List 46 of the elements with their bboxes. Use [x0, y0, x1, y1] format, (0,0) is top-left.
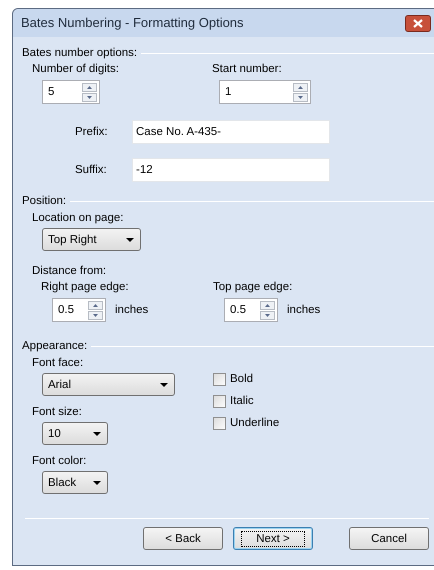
checkbox[interactable] — [213, 394, 226, 408]
field-label: Top page edge: — [213, 280, 294, 294]
field-label: Font color: — [32, 454, 88, 468]
close-button[interactable] — [405, 14, 431, 32]
field-label: Right page edge: — [41, 280, 130, 294]
text-field[interactable]: -12 — [132, 158, 330, 182]
checkbox[interactable] — [213, 372, 226, 386]
spinner-field[interactable]: 0.5 — [52, 298, 106, 322]
field-label: inches — [287, 303, 320, 317]
checkbox-label: Italic — [230, 394, 254, 408]
field-label: inches — [115, 303, 148, 317]
caret-icon — [126, 238, 134, 242]
field-label: Font face: — [32, 356, 84, 370]
field-label: Distance from: — [32, 265, 106, 277]
window-title: Bates Numbering - Formatting Options — [21, 16, 244, 30]
field-label: Number of digits: — [32, 62, 120, 76]
dropdown[interactable]: Black — [42, 471, 108, 494]
field-label: Font size: — [32, 405, 83, 419]
spinner-value: 0.5 — [58, 303, 74, 317]
dialog-button[interactable]: Cancel — [349, 527, 429, 550]
section-heading: Position: — [22, 194, 66, 208]
spinner-field[interactable]: 0.5 — [224, 298, 278, 322]
spinner-field[interactable]: 5 — [42, 80, 100, 104]
section-heading: Bates number options: — [22, 46, 138, 60]
checkbox-label: Underline — [230, 416, 280, 430]
section-heading: Appearance: — [22, 339, 88, 353]
dropdown[interactable]: 10 — [42, 422, 108, 445]
spinner-value: 1 — [225, 85, 232, 99]
dialog-button[interactable]: < Back — [143, 527, 223, 550]
spinner-field[interactable]: 1 — [219, 80, 311, 104]
dialog-button[interactable]: Next > — [233, 527, 313, 550]
caret-icon — [93, 432, 101, 436]
field-label: Start number: — [212, 62, 283, 76]
field-label: Prefix: — [75, 125, 109, 139]
dropdown[interactable]: Top Right — [42, 228, 141, 251]
dropdown[interactable]: Arial — [42, 373, 175, 396]
field-label: Suffix: — [75, 163, 108, 177]
caret-icon — [160, 382, 168, 386]
spinner-value: 0.5 — [230, 303, 246, 317]
field-label: Location on page: — [32, 211, 124, 225]
spinner-value: 5 — [48, 85, 54, 99]
checkbox-label: Bold — [230, 372, 254, 386]
text-field[interactable]: Case No. A-435- — [132, 120, 330, 144]
checkbox[interactable] — [213, 416, 226, 430]
caret-icon — [93, 480, 101, 484]
close-icon — [413, 18, 423, 28]
